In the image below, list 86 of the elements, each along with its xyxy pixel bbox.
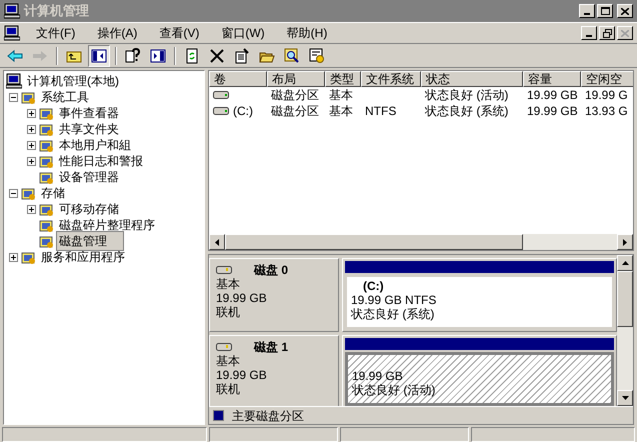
split-pane-icon — [150, 48, 166, 64]
disk-name: 磁盘 0 — [254, 263, 288, 277]
down-arrow-icon — [622, 396, 628, 400]
table-cell: 基本 — [329, 87, 353, 103]
menu-item[interactable]: 查看(V) — [155, 24, 204, 42]
expand-icon[interactable] — [9, 252, 18, 262]
menu-item[interactable]: 帮助(H) — [282, 24, 332, 42]
table-cell: (C:) — [233, 103, 253, 119]
collapse-icon[interactable] — [9, 92, 18, 102]
expand-icon[interactable] — [27, 204, 36, 214]
column-header[interactable]: 状态 — [421, 71, 523, 87]
column-header[interactable]: 布局 — [267, 71, 325, 87]
minimize-icon — [586, 35, 592, 37]
right-arrow-icon — [623, 238, 627, 246]
back-arrow-icon — [7, 48, 23, 64]
scroll-up-button[interactable] — [617, 255, 633, 271]
scroll-thumb[interactable] — [617, 271, 633, 327]
help-icon — [125, 48, 141, 64]
disk-type: 基本 — [216, 277, 241, 291]
close-icon — [621, 8, 629, 14]
horizontal-scrollbar[interactable] — [209, 234, 633, 250]
partition-size: 19.99 GB — [352, 369, 403, 383]
legend-label: 主要磁盘分区 — [232, 408, 304, 424]
properties-icon — [234, 48, 250, 64]
expand-icon[interactable] — [27, 156, 36, 166]
restore-icon — [602, 28, 612, 38]
disk-type: 基本 — [216, 354, 241, 368]
partition-status: 状态良好 (系统) — [351, 307, 434, 321]
minimize-icon — [584, 13, 590, 15]
close-icon — [621, 30, 629, 36]
left-arrow-icon — [215, 238, 219, 246]
split-pane-icon — [91, 48, 107, 64]
table-cell: 状态良好 (系统) — [425, 103, 508, 119]
disk-size: 19.99 GB — [216, 291, 268, 305]
table-cell: NTFS — [365, 103, 396, 119]
minimize-button[interactable] — [581, 26, 597, 40]
table-cell: 19.99 GB — [527, 103, 578, 119]
column-header[interactable]: 容量 — [523, 71, 581, 87]
disk-status: 联机 — [216, 382, 241, 396]
disk-status: 联机 — [216, 305, 241, 319]
search-icon — [284, 48, 300, 64]
column-header[interactable]: 文件系统 — [361, 71, 421, 87]
expand-icon[interactable] — [27, 108, 36, 118]
vertical-scrollbar[interactable] — [617, 255, 633, 406]
table-cell: 磁盘分区 — [271, 103, 319, 119]
table-cell: 19.99 GB — [527, 87, 578, 103]
disk-size: 19.99 GB — [216, 368, 268, 382]
delete-icon — [209, 48, 225, 64]
scroll-thumb[interactable] — [225, 234, 523, 250]
expand-icon[interactable] — [27, 124, 36, 134]
scroll-down-button[interactable] — [617, 390, 633, 406]
close-button[interactable] — [617, 4, 633, 18]
column-header[interactable]: 空闲空 — [581, 71, 633, 87]
minimize-button[interactable] — [579, 4, 595, 18]
table-cell: 磁盘分区 — [271, 87, 319, 103]
close-button[interactable] — [617, 26, 633, 40]
partition-status: 状态良好 (活动) — [352, 383, 436, 397]
up-arrow-icon — [622, 261, 628, 265]
column-header[interactable]: 卷 — [209, 71, 267, 87]
computer-icon — [4, 25, 20, 41]
collapse-icon[interactable] — [9, 188, 18, 198]
menu-item[interactable]: 文件(F) — [32, 24, 80, 42]
maximize-icon — [600, 7, 610, 15]
table-cell: 状态良好 (活动) — [425, 87, 508, 103]
drive-icon — [213, 106, 229, 116]
partition-label: (C:) — [362, 279, 385, 293]
scroll-right-button[interactable] — [617, 234, 633, 250]
menu-item[interactable]: 窗口(W) — [217, 24, 269, 42]
partition-size: 19.99 GB NTFS — [351, 293, 436, 307]
expand-icon[interactable] — [27, 140, 36, 150]
tree-item[interactable]: 磁盘管理 — [56, 231, 124, 251]
scroll-left-button[interactable] — [209, 234, 225, 250]
table-cell: 13.93 G — [585, 103, 628, 119]
computer-icon — [4, 3, 20, 19]
toolbar-button[interactable] — [88, 44, 110, 66]
menu-item[interactable]: 操作(A) — [93, 24, 142, 42]
computer-icon — [6, 73, 22, 89]
window-title: 计算机管理 — [24, 2, 89, 20]
table-cell: 基本 — [329, 103, 353, 119]
refresh-icon — [184, 48, 200, 64]
restore-button[interactable] — [599, 26, 615, 40]
maximize-button[interactable] — [597, 4, 613, 18]
disk-name: 磁盘 1 — [254, 340, 288, 354]
drive-icon — [213, 90, 229, 100]
table-cell: 19.99 G — [585, 87, 628, 103]
column-header[interactable]: 类型 — [325, 71, 361, 87]
